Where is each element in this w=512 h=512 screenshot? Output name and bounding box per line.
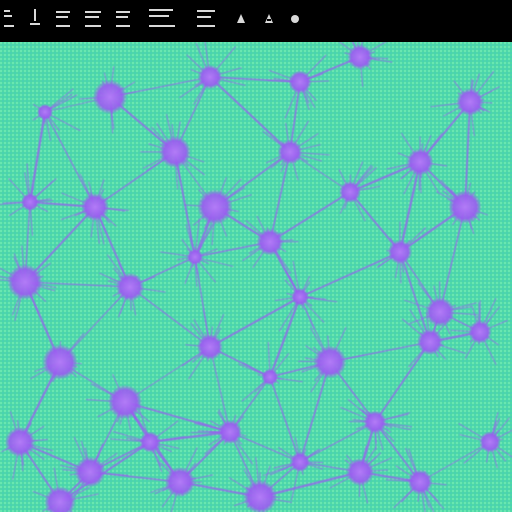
cell-node xyxy=(159,136,191,168)
cell-node xyxy=(468,320,492,344)
cell-node xyxy=(139,431,161,453)
cell-node xyxy=(107,384,143,420)
cell-node xyxy=(92,79,128,115)
cell-node xyxy=(81,193,109,221)
cell-node xyxy=(218,420,242,444)
cell-node xyxy=(406,148,434,176)
cell-node xyxy=(42,344,78,380)
cell-node xyxy=(417,329,443,355)
micrograph-field xyxy=(0,42,512,512)
cell-node xyxy=(186,248,204,266)
cell-node xyxy=(256,228,284,256)
cell-node xyxy=(261,368,279,386)
cell-node xyxy=(363,410,387,434)
cell-node xyxy=(288,70,312,94)
cell-network-micrograph xyxy=(0,42,512,512)
tool-icon-a[interactable] xyxy=(236,9,246,23)
cell-node xyxy=(456,88,484,116)
cell-node xyxy=(115,272,145,302)
tool-icon-c[interactable] xyxy=(290,9,300,23)
cell-node xyxy=(387,239,413,265)
cell-node xyxy=(290,452,310,472)
cell-node xyxy=(479,431,501,453)
cell-node xyxy=(313,345,347,379)
toolbar-text-block-5[interactable] xyxy=(114,3,134,31)
cell-node xyxy=(339,181,361,203)
tool-icon-b[interactable] xyxy=(264,9,274,23)
toolbar-text-block-4[interactable] xyxy=(84,3,104,31)
cell-node xyxy=(346,458,374,486)
toolbar-text-block-1[interactable] xyxy=(2,3,20,31)
cell-node xyxy=(74,456,106,488)
cell-node xyxy=(7,264,43,300)
toolbar-text-block-2[interactable] xyxy=(30,3,42,31)
image-viewport[interactable] xyxy=(0,42,512,512)
cell-node xyxy=(197,64,223,90)
toolbar-text-block-3[interactable] xyxy=(55,3,73,31)
top-toolbar xyxy=(0,0,512,40)
cell-node xyxy=(448,190,482,224)
cell-node xyxy=(347,44,373,70)
toolbar-text-block-7[interactable] xyxy=(196,3,218,31)
cell-node xyxy=(197,334,223,360)
cell-node xyxy=(4,426,36,458)
cell-node xyxy=(291,288,309,306)
cell-node xyxy=(37,104,53,120)
cell-node xyxy=(197,189,233,225)
cell-node xyxy=(425,297,455,327)
cell-node xyxy=(407,469,433,495)
cell-node xyxy=(164,466,196,498)
toolbar-text-block-6[interactable] xyxy=(148,3,178,31)
cell-node xyxy=(21,193,39,211)
cell-node xyxy=(277,139,303,165)
